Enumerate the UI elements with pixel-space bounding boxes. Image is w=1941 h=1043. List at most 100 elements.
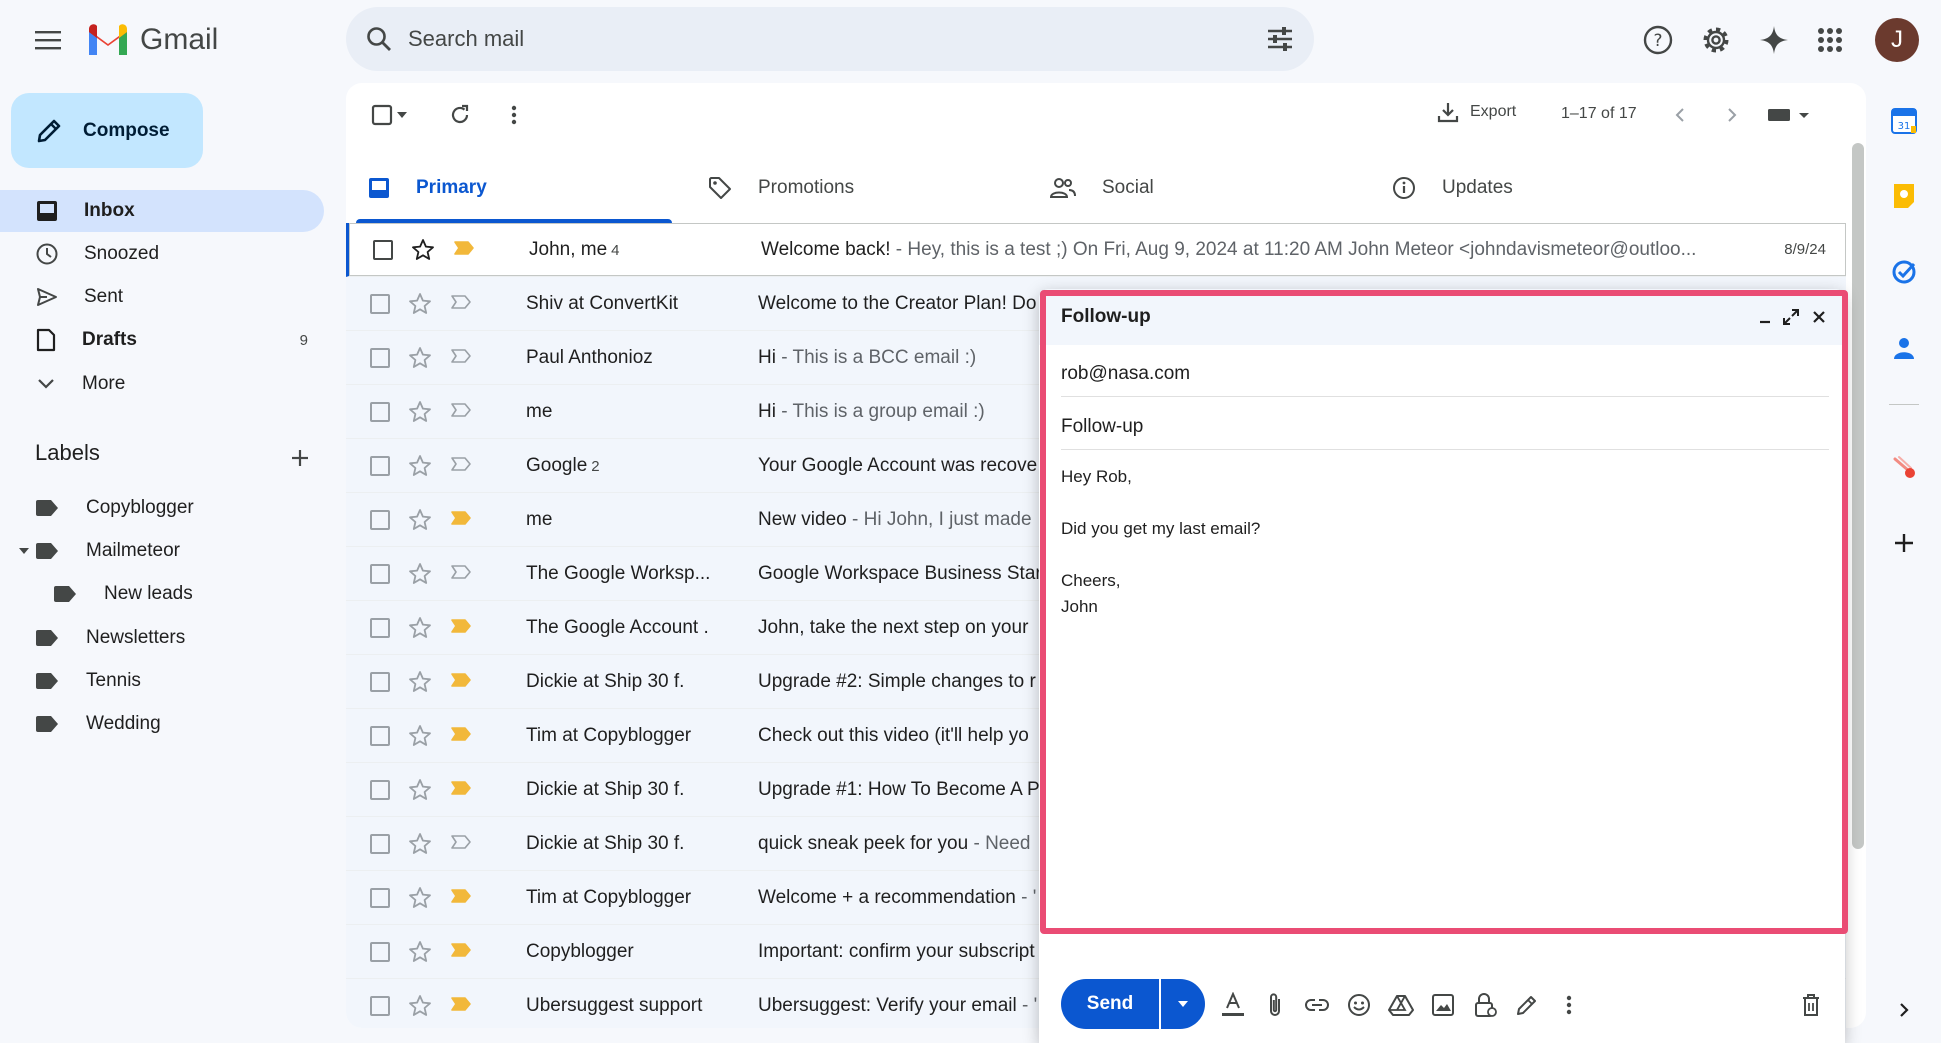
star-icon[interactable] [408,400,432,424]
star-icon[interactable] [408,346,432,370]
apps-grid-icon[interactable] [1808,18,1852,62]
nav-item-snoozed[interactable]: Snoozed [0,233,324,275]
star-icon[interactable] [408,670,432,694]
refresh-icon[interactable] [442,97,478,133]
importance-marker-icon[interactable] [450,726,472,742]
tasks-icon[interactable] [1884,252,1924,292]
search-options-icon[interactable] [1266,27,1294,51]
message-body[interactable]: Hey Rob, Did you get my last email? Cheers… [1061,464,1829,620]
export-button[interactable]: Export [1436,100,1516,124]
importance-marker-icon[interactable] [450,888,472,904]
importance-marker-icon[interactable] [450,348,472,364]
nav-item-more[interactable]: More [0,363,324,405]
prev-page-icon[interactable] [1662,97,1698,133]
star-icon[interactable] [411,238,435,262]
tab-promotions[interactable]: Promotions [686,153,1012,223]
importance-marker-icon[interactable] [450,996,472,1012]
importance-marker-icon[interactable] [450,456,472,472]
label-item-mailmeteor[interactable]: Mailmeteor [0,530,324,572]
label-item-wedding[interactable]: Wedding [0,703,324,745]
scrollbar[interactable] [1852,143,1864,849]
formatting-icon[interactable] [1219,991,1247,1019]
drive-icon[interactable] [1387,991,1415,1019]
star-icon[interactable] [408,994,432,1018]
close-icon[interactable] [1807,305,1831,329]
signature-pen-icon[interactable] [1513,991,1541,1019]
importance-marker-icon[interactable] [450,672,472,688]
compose-button[interactable]: Compose [11,93,203,168]
label-item-newsletters[interactable]: Newsletters [0,617,324,659]
gemini-sparkle-icon[interactable] [1752,18,1796,62]
importance-marker-icon[interactable] [450,564,472,580]
next-page-icon[interactable] [1714,97,1750,133]
row-checkbox[interactable] [370,293,390,314]
subject-field[interactable]: Follow-up [1061,404,1829,450]
more-options-icon[interactable] [1555,991,1583,1019]
gmail-logo[interactable]: Gmail [86,18,218,62]
link-icon[interactable] [1303,991,1331,1019]
row-checkbox[interactable] [370,671,390,692]
attach-icon[interactable] [1261,991,1289,1019]
email-row[interactable]: John, me 4 Welcome back! - Hey, this is a … [346,223,1846,277]
fullscreen-icon[interactable] [1779,305,1803,329]
star-icon[interactable] [408,940,432,964]
star-icon[interactable] [408,562,432,586]
importance-marker-icon[interactable] [453,240,475,256]
row-checkbox[interactable] [370,455,390,476]
send-button[interactable]: Send [1061,979,1159,1029]
nav-item-drafts[interactable]: Drafts 9 [0,319,324,361]
recipient-field[interactable]: rob@nasa.com [1061,351,1829,397]
add-addon-icon[interactable] [1884,523,1924,563]
compose-header[interactable]: Follow-up [1039,289,1845,345]
row-checkbox[interactable] [370,887,390,908]
search-input[interactable]: Search mail [408,26,1266,52]
main-menu-button[interactable] [28,20,68,60]
row-checkbox[interactable] [370,833,390,854]
send-options-button[interactable] [1161,979,1205,1029]
account-avatar[interactable]: J [1875,18,1919,62]
label-item-new-leads[interactable]: New leads [0,573,324,615]
emoji-icon[interactable] [1345,991,1373,1019]
nav-item-inbox[interactable]: Inbox [0,190,324,232]
row-checkbox[interactable] [373,239,393,260]
row-checkbox[interactable] [370,995,390,1016]
importance-marker-icon[interactable] [450,942,472,958]
minimize-icon[interactable] [1753,305,1777,329]
help-icon[interactable]: ? [1636,18,1680,62]
star-icon[interactable] [408,454,432,478]
row-checkbox[interactable] [370,347,390,368]
row-checkbox[interactable] [370,779,390,800]
discard-draft-trash-icon[interactable] [1797,991,1825,1019]
keyboard-input-icon[interactable] [1766,97,1812,133]
calendar-icon[interactable]: 31 [1884,100,1924,140]
row-checkbox[interactable] [370,725,390,746]
star-icon[interactable] [408,292,432,316]
more-vert-icon[interactable] [496,97,532,133]
search-icon[interactable] [366,26,392,52]
star-icon[interactable] [408,778,432,802]
tab-primary[interactable]: Primary [346,153,672,223]
row-checkbox[interactable] [370,401,390,422]
importance-marker-icon[interactable] [450,510,472,526]
label-item-tennis[interactable]: Tennis [0,660,324,702]
star-icon[interactable] [408,832,432,856]
importance-marker-icon[interactable] [450,618,472,634]
row-checkbox[interactable] [370,617,390,638]
search-bar[interactable]: Search mail [346,7,1314,71]
label-item-copyblogger[interactable]: Copyblogger [0,487,324,529]
star-icon[interactable] [408,616,432,640]
confidential-mode-icon[interactable] [1471,991,1499,1019]
contacts-icon[interactable] [1884,328,1924,368]
star-icon[interactable] [408,724,432,748]
importance-marker-icon[interactable] [450,402,472,418]
tab-social[interactable]: Social [1028,153,1354,223]
keep-icon[interactable] [1884,176,1924,216]
importance-marker-icon[interactable] [450,294,472,310]
row-checkbox[interactable] [370,941,390,962]
caret-down-icon[interactable] [18,547,30,555]
star-icon[interactable] [408,886,432,910]
row-checkbox[interactable] [370,563,390,584]
nav-item-sent[interactable]: Sent [0,276,324,318]
importance-marker-icon[interactable] [450,780,472,796]
settings-gear-icon[interactable] [1694,18,1738,62]
